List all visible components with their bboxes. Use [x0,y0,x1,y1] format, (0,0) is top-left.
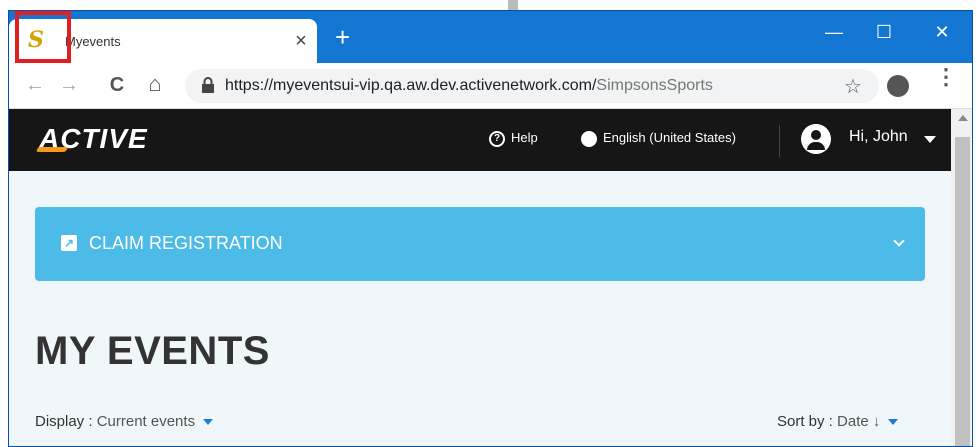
close-window-button[interactable]: ✕ [917,17,967,47]
maximize-button[interactable]: ☐ [859,17,909,47]
language-selector[interactable]: English (United States) [581,130,736,147]
url-host: https://myeventsui-vip.qa.aw.dev.activen… [225,77,597,94]
title-bar: S Myevents × + — ☐ ✕ [9,11,972,63]
logo-swoosh [35,147,69,152]
lock-icon [202,77,214,93]
browser-menu-icon[interactable]: ⋮ [935,66,957,88]
bookmark-star-icon[interactable]: ☆ [844,74,862,99]
browser-toolbar: ← → C ⌂ https://myeventsui-vip.qa.aw.dev… [9,63,972,109]
sort-dropdown-caret-icon[interactable] [888,419,899,426]
user-greeting[interactable]: Hi, John [849,128,908,146]
page-content: ACTIVE ? Help English (United States) Hi,… [9,109,951,446]
profile-icon[interactable] [887,75,909,97]
page-title: MY EVENTS [35,329,270,373]
claim-registration-panel[interactable]: ↗ CLAIM REGISTRATION [35,207,925,281]
minimize-button[interactable]: — [809,17,859,47]
browser-window: S Myevents × + — ☐ ✕ ← → C ⌂ https://mye… [8,10,973,447]
site-header: ACTIVE ? Help English (United States) Hi,… [9,109,951,171]
help-icon: ? [489,130,505,147]
sort-control[interactable]: Sort by : Date ↓ [777,413,899,430]
user-menu-caret-icon[interactable] [924,136,936,143]
favicon-highlight-box [15,11,71,63]
display-dropdown-caret-icon[interactable] [203,419,214,426]
chevron-down-icon[interactable] [893,235,905,247]
tab-title: Myevents [65,34,121,49]
display-label: Display : [35,413,97,430]
display-filter[interactable]: Display : Current events [35,413,214,430]
help-label: Help [511,130,538,145]
sort-label: Sort by : [777,413,838,430]
globe-icon [581,130,597,147]
sort-value[interactable]: Date ↓ [837,413,880,430]
address-bar[interactable]: https://myeventsui-vip.qa.aw.dev.activen… [185,69,879,103]
claim-registration-label: CLAIM REGISTRATION [89,233,283,253]
desktop-background [508,0,518,10]
home-icon[interactable]: ⌂ [143,71,167,97]
external-link-icon: ↗ [61,235,77,251]
close-tab-icon[interactable]: × [291,30,311,53]
new-tab-button[interactable]: + [335,24,350,50]
scrollbar-thumb[interactable] [955,137,970,446]
language-label: English (United States) [603,130,736,145]
back-icon[interactable]: ← [23,74,47,97]
header-divider [779,125,780,157]
scroll-up-arrow-icon[interactable] [958,115,968,121]
reload-icon[interactable]: C [105,74,129,97]
help-link[interactable]: ? Help [489,130,538,147]
url-path: SimpsonsSports [596,77,713,94]
url-text: https://myeventsui-vip.qa.aw.dev.activen… [225,77,713,95]
forward-icon[interactable]: → [57,74,81,97]
scrollbar[interactable] [951,109,972,446]
display-value[interactable]: Current events [97,413,195,430]
user-avatar-icon[interactable] [801,124,831,154]
